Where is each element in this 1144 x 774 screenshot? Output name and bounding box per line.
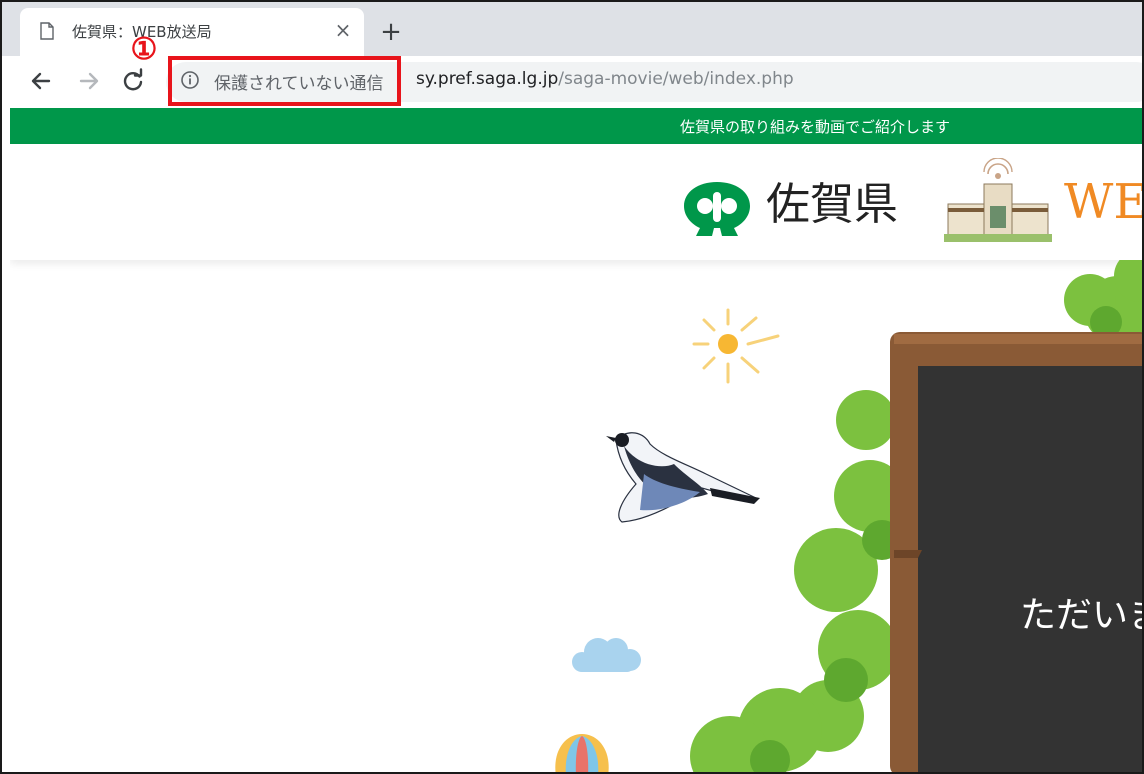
web-page: 佐賀県の取り組みを動画でご紹介します 佐賀県 W ただい	[10, 108, 1142, 772]
board-message: ただいま	[1020, 595, 1142, 636]
board-panel	[918, 366, 1142, 772]
prefecture-name: 佐賀県	[766, 179, 898, 230]
url-path: /saga-movie/web/index.php	[558, 69, 794, 89]
site-header: 佐賀県 WEB	[10, 144, 1142, 260]
url-host: sy.pref.saga.lg.jp	[416, 69, 559, 89]
bird-illustration	[606, 432, 760, 523]
url-text[interactable]: sy.pref.saga.lg.jp/saga-movie/web/index.…	[416, 69, 794, 89]
banner-text: 佐賀県の取り組みを動画でご紹介します	[680, 118, 951, 136]
sun-illustration	[692, 308, 780, 384]
balloon-illustration	[555, 734, 609, 772]
tab-strip: 佐賀県：WEB放送局 × +	[2, 2, 1142, 56]
close-icon[interactable]: ×	[330, 17, 356, 43]
annotation-number: ①	[130, 32, 158, 67]
screenshot-frame: 佐賀県：WEB放送局 × + 保護されていない通信 sy.pref.saga.l…	[0, 0, 1144, 774]
hero-illustration: ただいま	[10, 260, 1142, 772]
forward-arrow-icon[interactable]	[74, 66, 104, 96]
browser-tab[interactable]: 佐賀県：WEB放送局 ×	[20, 8, 364, 56]
reload-icon[interactable]	[118, 66, 148, 96]
site-banner: 佐賀県の取り組みを動画でご紹介します	[10, 108, 1142, 144]
saga-logo-icon[interactable]	[678, 178, 756, 238]
brand-text: WEB	[1064, 174, 1142, 230]
building-icon	[944, 158, 1052, 242]
cloud-illustration	[572, 638, 641, 672]
scene-illustration	[555, 260, 1142, 772]
page-icon	[40, 22, 54, 40]
back-arrow-icon[interactable]	[26, 66, 56, 96]
plus-icon[interactable]: +	[376, 17, 406, 47]
annotation-highlight-box	[168, 56, 401, 106]
